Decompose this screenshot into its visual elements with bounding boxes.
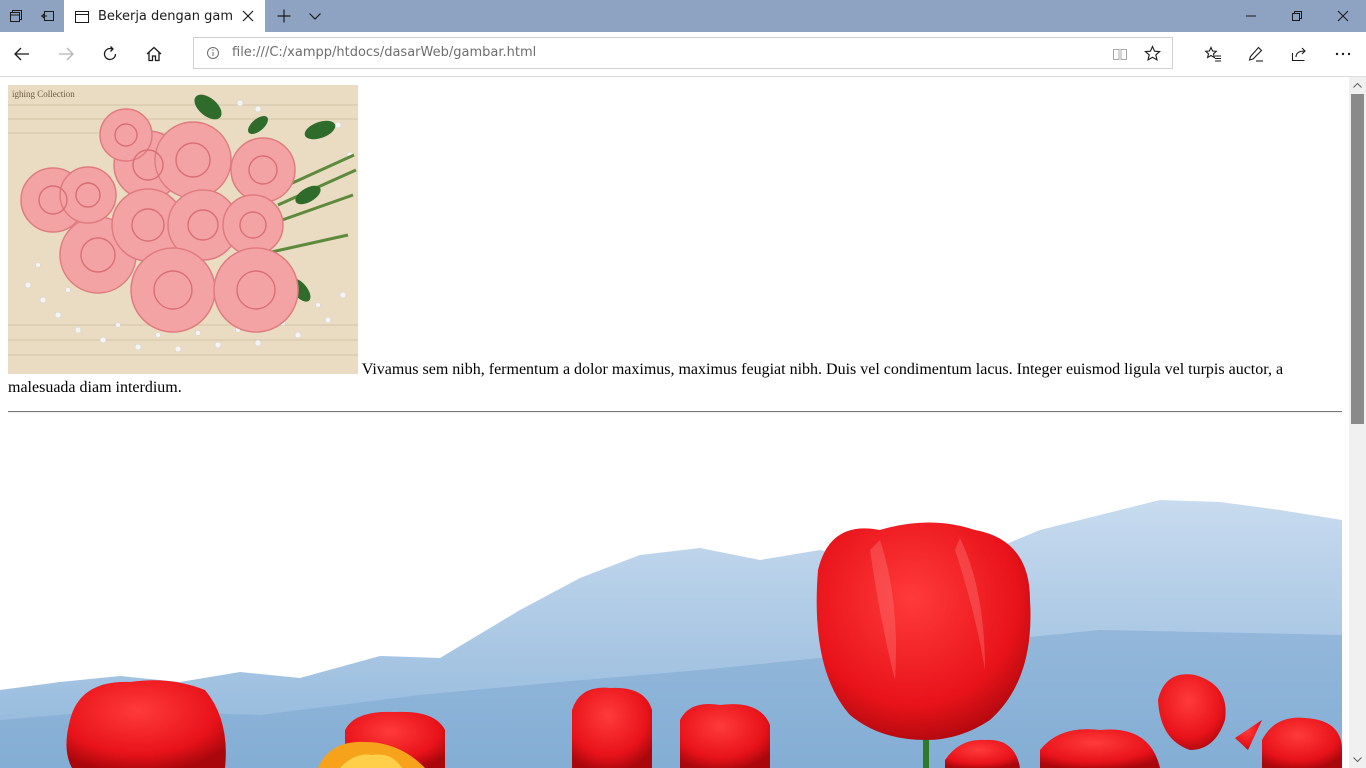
roses-image: ighing Collection: [8, 85, 358, 374]
scroll-up-arrow-icon[interactable]: [1349, 77, 1366, 93]
tab-title: Bekerja dengan gambar: [98, 9, 234, 24]
paragraph: ighing Collection Vivamus sem nibh, ferm…: [8, 85, 1342, 397]
address-url: file:///C:/xampp/htdocs/dasarWeb/gambar.…: [232, 45, 537, 60]
favorites-hub-icon[interactable]: [1197, 38, 1229, 70]
notes-pen-icon[interactable]: [1240, 38, 1272, 70]
title-bar: Bekerja dengan gambar: [0, 0, 1366, 33]
minimize-icon[interactable]: [1228, 0, 1274, 32]
navigation-bar: file:///C:/xampp/htdocs/dasarWeb/gambar.…: [0, 32, 1366, 77]
close-tab-icon[interactable]: [241, 9, 255, 23]
back-arrow-icon[interactable]: [6, 38, 38, 70]
forward-arrow-icon[interactable]: [50, 38, 82, 70]
vertical-scrollbar[interactable]: [1349, 77, 1366, 768]
share-icon[interactable]: [1283, 38, 1315, 70]
reading-view-icon[interactable]: [1112, 46, 1128, 62]
more-options-icon[interactable]: [1327, 38, 1359, 70]
page-icon: [74, 9, 90, 25]
new-tab-icon[interactable]: [268, 0, 300, 32]
set-tabs-aside-icon[interactable]: [32, 0, 64, 32]
tab-aside-icon[interactable]: [0, 0, 32, 32]
info-icon[interactable]: [206, 46, 220, 60]
tab-preview-chevron-icon[interactable]: [299, 0, 331, 32]
scroll-down-arrow-icon[interactable]: [1349, 752, 1366, 768]
scroll-thumb[interactable]: [1351, 94, 1364, 424]
refresh-icon[interactable]: [94, 38, 126, 70]
address-bar[interactable]: file:///C:/xampp/htdocs/dasarWeb/gambar.…: [193, 37, 1173, 69]
star-icon[interactable]: [1144, 45, 1161, 62]
page-content: ighing Collection Vivamus sem nibh, ferm…: [0, 77, 1349, 768]
tulips-image: [0, 420, 1342, 768]
home-icon[interactable]: [138, 38, 170, 70]
restore-icon[interactable]: [1274, 0, 1320, 32]
newspaper-text: ighing Collection: [12, 89, 75, 99]
tab-active[interactable]: Bekerja dengan gambar: [64, 0, 265, 33]
close-window-icon[interactable]: [1320, 0, 1366, 32]
horizontal-rule: [8, 411, 1342, 413]
